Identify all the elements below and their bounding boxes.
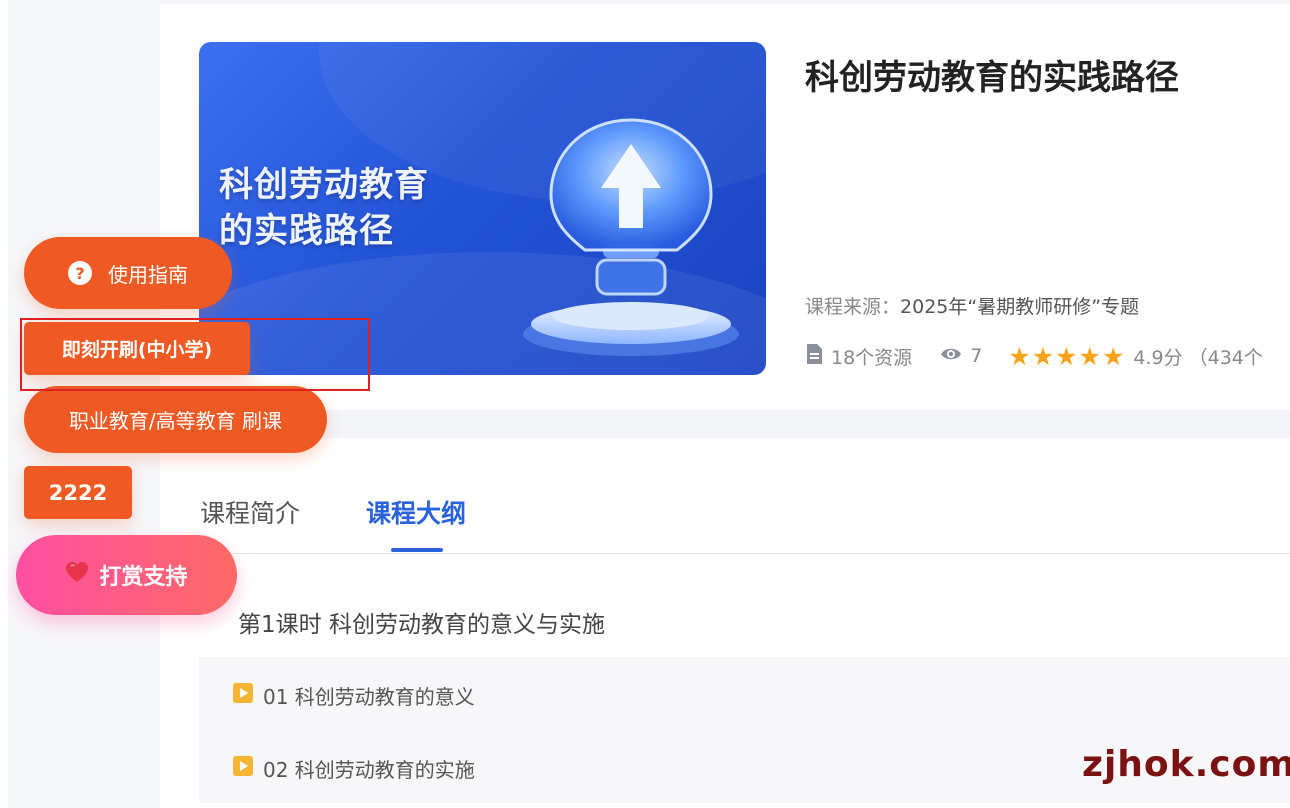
active-tab-indicator	[391, 548, 443, 552]
video-icon	[232, 682, 254, 709]
highlight-box	[20, 318, 370, 391]
course-title: 科创劳动教育的实践路径	[805, 58, 1179, 98]
eye-icon	[940, 345, 962, 367]
watermark: zjhok.com	[1082, 744, 1290, 785]
user-guide-label: 使用指南	[108, 262, 188, 287]
lesson-item-label: 02 科创劳动教育的实施	[263, 757, 475, 782]
cover-title-line2: 的实践路径	[219, 211, 394, 251]
view-count: 7	[970, 345, 983, 367]
lesson-item-label: 01 科创劳动教育的意义	[263, 684, 475, 709]
video-icon	[232, 755, 254, 782]
course-source: 课程来源：2025年“暑期教师研修”专题	[805, 292, 1139, 319]
star-icon: ★	[1101, 341, 1125, 371]
star-icon: ★	[1031, 341, 1055, 371]
rating-stars: ★ ★ ★ ★ ★	[1008, 344, 1125, 369]
tab-divider	[160, 553, 1290, 554]
tip-support-label: 打赏支持	[99, 565, 188, 590]
course-source-label: 课程来源：	[805, 296, 901, 318]
star-icon: ★	[1055, 341, 1078, 371]
document-icon	[805, 343, 823, 370]
lesson-item[interactable]: 01 科创劳动教育的意义	[232, 682, 475, 709]
vocational-brush-button[interactable]: 职业教育/高等教育 刷课	[24, 386, 327, 453]
course-source-value: 2025年“暑期教师研修”专题	[900, 296, 1140, 318]
rating-count: （434个	[1188, 346, 1263, 369]
lesson-item[interactable]: 02 科创劳动教育的实施	[232, 755, 475, 782]
tab-course-intro[interactable]: 课程简介	[200, 494, 300, 530]
cover-title: 科创劳动教育 的实践路径	[219, 162, 479, 254]
tab-course-outline[interactable]: 课程大纲	[366, 494, 466, 530]
test-button[interactable]: 2222	[24, 466, 132, 519]
tip-support-button[interactable]: 打赏支持	[16, 535, 237, 615]
course-meta: 18个资源 7 ★ ★ ★ ★ ★ 4.9分 （434个	[805, 342, 1263, 370]
lightbulb-upload-icon	[523, 118, 739, 356]
star-icon: ★	[1008, 341, 1031, 371]
cover-title-line1: 科创劳动教育	[219, 165, 429, 205]
left-rail	[0, 0, 8, 808]
user-guide-button[interactable]: ? 使用指南	[24, 237, 232, 309]
rating-score: 4.9分	[1133, 346, 1183, 369]
star-icon: ★	[1078, 341, 1101, 371]
heart-icon	[65, 561, 89, 589]
question-icon: ?	[68, 261, 92, 285]
resource-count: 18个资源	[831, 346, 913, 369]
lesson-title: 第1课时 科创劳动教育的意义与实施	[238, 612, 605, 638]
